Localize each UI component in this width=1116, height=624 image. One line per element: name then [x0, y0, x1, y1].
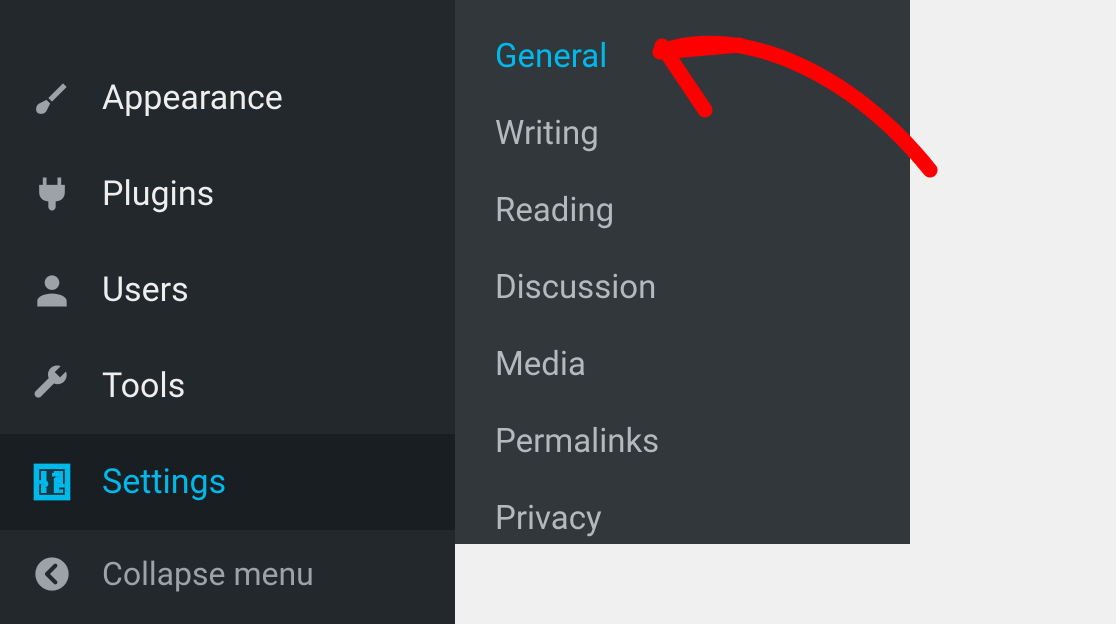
submenu-item-general[interactable]: General: [455, 18, 910, 95]
sidebar-item-label: Users: [102, 270, 189, 310]
submenu-item-media[interactable]: Media: [455, 326, 910, 403]
sidebar-item-collapse[interactable]: Collapse menu: [0, 530, 455, 622]
sidebar-item-settings[interactable]: Settings: [0, 434, 455, 530]
submenu-item-privacy[interactable]: Privacy: [455, 480, 910, 557]
submenu-item-discussion[interactable]: Discussion: [455, 249, 910, 326]
submenu-item-reading[interactable]: Reading: [455, 172, 910, 249]
submenu-item-writing[interactable]: Writing: [455, 95, 910, 172]
admin-sidebar: Appearance Plugins Users Tools Settings …: [0, 0, 455, 624]
sidebar-item-plugins[interactable]: Plugins: [0, 146, 455, 242]
plug-icon: [28, 170, 76, 218]
sidebar-item-label: Plugins: [102, 174, 214, 214]
sidebar-item-label: Collapse menu: [102, 555, 314, 593]
sidebar-item-label: Tools: [102, 366, 185, 406]
collapse-icon: [28, 550, 76, 598]
user-icon: [28, 266, 76, 314]
sidebar-item-appearance[interactable]: Appearance: [0, 0, 455, 146]
wrench-icon: [28, 362, 76, 410]
sidebar-item-label: Settings: [102, 462, 226, 502]
submenu-item-permalinks[interactable]: Permalinks: [455, 403, 910, 480]
settings-submenu: General Writing Reading Discussion Media…: [455, 0, 910, 544]
sidebar-item-users[interactable]: Users: [0, 242, 455, 338]
sidebar-item-tools[interactable]: Tools: [0, 338, 455, 434]
sliders-icon: [28, 458, 76, 506]
sidebar-item-label: Appearance: [102, 78, 283, 118]
brush-icon: [28, 74, 76, 122]
